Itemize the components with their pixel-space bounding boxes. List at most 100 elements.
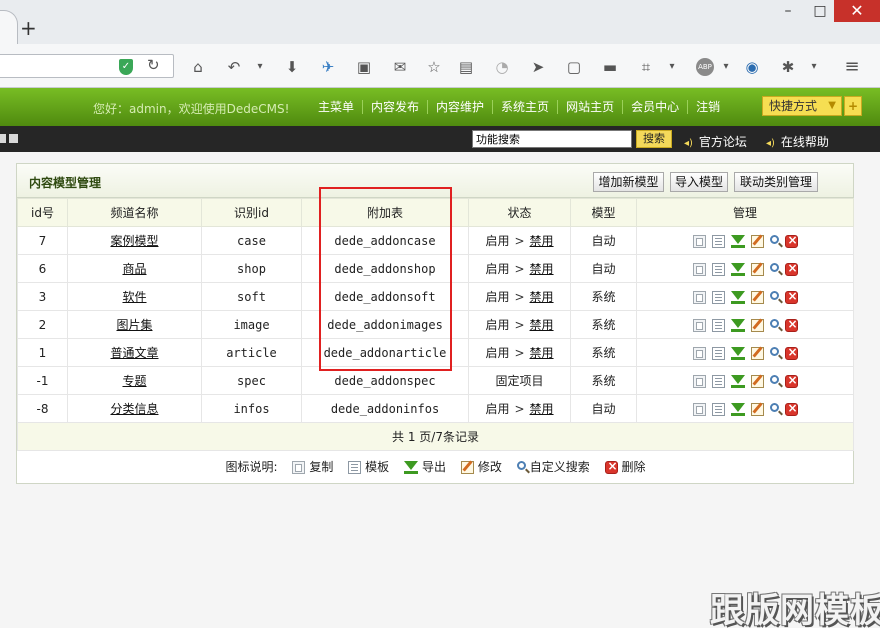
nav-logout[interactable]: 注销 (687, 100, 728, 114)
edit-icon[interactable] (750, 290, 764, 304)
model-name-link[interactable]: 商品 (122, 262, 146, 276)
export-icon[interactable] (730, 262, 745, 276)
edit-icon[interactable] (750, 402, 764, 416)
delete-icon[interactable] (784, 261, 798, 276)
template-icon[interactable] (711, 234, 725, 248)
back-icon[interactable]: ↶ (224, 57, 244, 77)
export-icon[interactable] (730, 346, 745, 360)
rss-icon[interactable]: ◔ (492, 57, 512, 77)
reload-icon[interactable]: ↻ (147, 56, 160, 74)
search-icon[interactable] (769, 318, 779, 328)
forum-link[interactable]: ◂) 官方论坛 (684, 133, 747, 150)
export-icon[interactable] (730, 402, 745, 416)
search-icon[interactable] (769, 234, 779, 244)
search-icon[interactable] (769, 290, 779, 300)
disable-link[interactable]: 禁用 (530, 346, 554, 360)
browser-tab[interactable] (0, 10, 18, 44)
edit-icon[interactable] (750, 262, 764, 276)
disable-link[interactable]: 禁用 (530, 234, 554, 248)
quick-add-button[interactable]: + (844, 96, 862, 116)
export-icon[interactable] (730, 234, 745, 248)
search-icon[interactable] (769, 262, 779, 272)
home-icon[interactable]: ⌂ (188, 57, 208, 77)
disable-link[interactable]: 禁用 (530, 402, 554, 416)
extension-icon[interactable]: ✱ (778, 57, 798, 77)
nav-member-center[interactable]: 会员中心 (622, 100, 687, 114)
star-icon[interactable]: ☆ (424, 57, 444, 77)
chevron-down-icon[interactable]: ▾ (804, 57, 824, 77)
export-icon[interactable] (730, 374, 745, 388)
copy-icon[interactable] (692, 318, 706, 332)
window-icon[interactable]: ▢ (564, 57, 584, 77)
delete-icon[interactable] (784, 233, 798, 248)
minimize-button[interactable]: – (774, 0, 802, 22)
delete-icon[interactable] (784, 401, 798, 416)
delete-icon[interactable] (784, 317, 798, 332)
shield-icon[interactable]: ✓ (119, 59, 133, 75)
edit-icon[interactable] (750, 234, 764, 248)
search-button[interactable]: 搜索 (636, 130, 672, 148)
nav-site-home[interactable]: 网站主页 (557, 100, 622, 114)
chevron-down-icon[interactable]: ▾ (662, 57, 682, 77)
model-name-link[interactable]: 分类信息 (110, 402, 158, 416)
copy-icon[interactable] (692, 402, 706, 416)
copy-icon[interactable] (692, 262, 706, 276)
linkage-category-button[interactable]: 联动类别管理 (734, 172, 818, 192)
abp-icon[interactable]: ABP (696, 58, 714, 76)
reader-icon[interactable]: ▣ (354, 57, 374, 77)
copy-icon[interactable] (692, 290, 706, 304)
copy-icon[interactable] (692, 346, 706, 360)
close-window-button[interactable]: ✕ (834, 0, 880, 22)
search-icon[interactable] (769, 346, 779, 356)
chevron-down-icon[interactable]: ▾ (716, 57, 736, 77)
disable-link[interactable]: 禁用 (530, 318, 554, 332)
search-icon[interactable] (769, 402, 779, 412)
search-icon[interactable] (769, 374, 779, 384)
template-icon[interactable] (711, 290, 725, 304)
copy-icon[interactable] (692, 234, 706, 248)
maximize-button[interactable]: □ (806, 0, 834, 22)
add-model-button[interactable]: 增加新模型 (593, 172, 664, 192)
address-bar[interactable]: ✓ ↻ (0, 54, 174, 78)
delete-icon[interactable] (784, 289, 798, 304)
copy-icon[interactable] (692, 374, 706, 388)
edit-icon[interactable] (750, 374, 764, 388)
disable-link[interactable]: 禁用 (530, 262, 554, 276)
nav-system-home[interactable]: 系统主页 (492, 100, 557, 114)
clipboard-icon[interactable]: ▤ (456, 57, 476, 77)
disable-link[interactable]: 禁用 (530, 290, 554, 304)
menu-icon[interactable]: ≡ (842, 57, 862, 77)
crop-icon[interactable]: ⌗ (636, 57, 656, 77)
nav-maintain[interactable]: 内容维护 (427, 100, 492, 114)
folder-icon[interactable]: ▬ (600, 57, 620, 77)
import-model-button[interactable]: 导入模型 (670, 172, 728, 192)
chevron-down-icon[interactable]: ▾ (250, 57, 270, 77)
template-icon[interactable] (711, 262, 725, 276)
new-tab-button[interactable]: + (20, 18, 37, 38)
quick-menu-button[interactable]: 快捷方式 ▼ (762, 96, 842, 116)
model-name-link[interactable]: 专题 (122, 374, 146, 388)
nav-publish[interactable]: 内容发布 (362, 100, 427, 114)
template-icon[interactable] (711, 346, 725, 360)
model-name-link[interactable]: 普通文章 (110, 346, 158, 360)
help-link[interactable]: ◂) 在线帮助 (766, 133, 829, 150)
edit-icon[interactable] (750, 318, 764, 332)
function-search-input[interactable] (472, 130, 632, 148)
export-icon[interactable] (730, 290, 745, 304)
download-icon[interactable]: ⬇ (282, 57, 302, 77)
model-name-link[interactable]: 图片集 (116, 318, 152, 332)
nav-main-menu[interactable]: 主菜单 (310, 100, 362, 114)
delete-icon[interactable] (784, 373, 798, 388)
edit-icon[interactable] (750, 346, 764, 360)
template-icon[interactable] (711, 318, 725, 332)
square-icon[interactable] (0, 134, 6, 143)
globe-icon[interactable]: ◉ (742, 57, 762, 77)
send-icon[interactable]: ➤ (528, 57, 548, 77)
export-icon[interactable] (730, 318, 745, 332)
square-icon[interactable] (9, 134, 18, 143)
bird-icon[interactable]: ✈ (318, 57, 338, 77)
template-icon[interactable] (711, 374, 725, 388)
mail-icon[interactable]: ✉ (390, 57, 410, 77)
model-name-link[interactable]: 案例模型 (110, 234, 158, 248)
template-icon[interactable] (711, 402, 725, 416)
